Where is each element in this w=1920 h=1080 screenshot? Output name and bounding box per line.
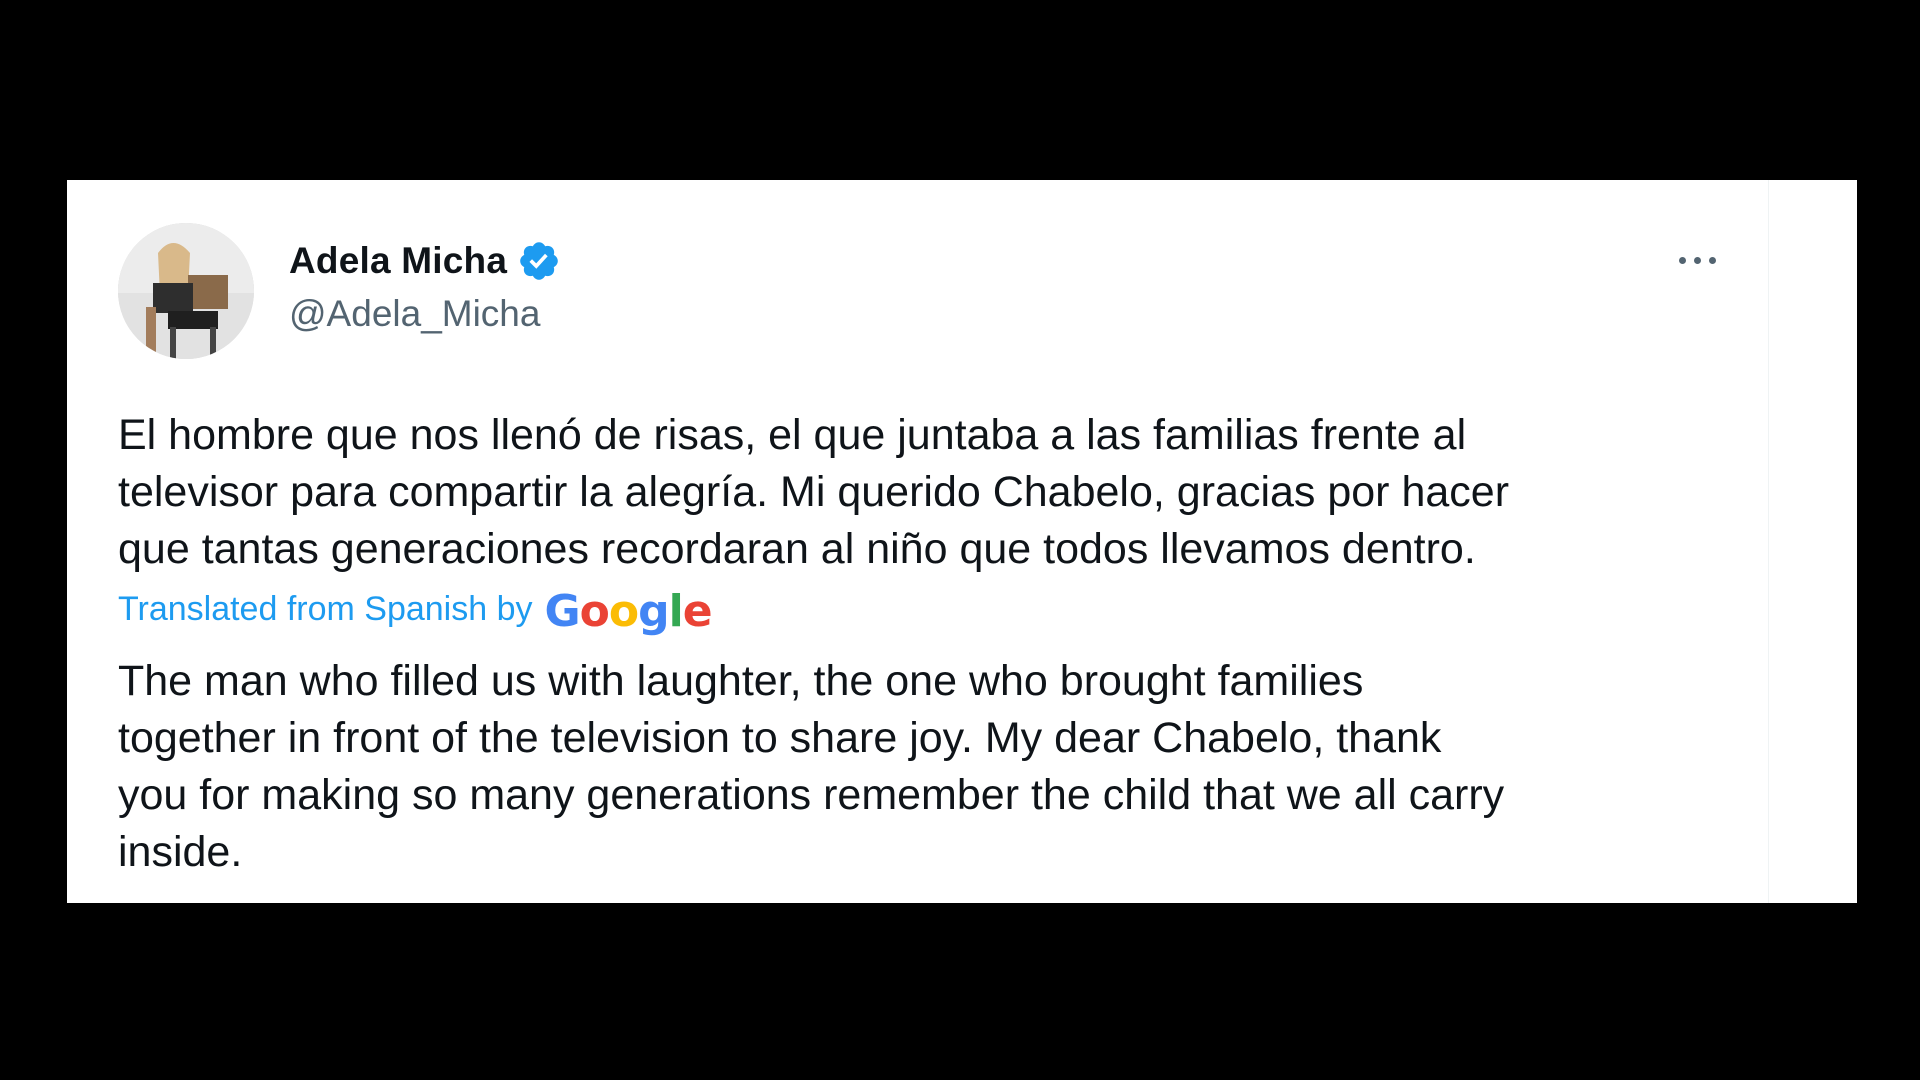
more-dot bbox=[1694, 257, 1701, 264]
google-letter: l bbox=[668, 585, 684, 637]
translation-attribution[interactable]: Translated from Spanish by Google bbox=[118, 584, 713, 637]
author-display-name[interactable]: Adela Micha bbox=[289, 240, 507, 282]
google-logo: Google bbox=[544, 585, 713, 637]
tweet-card: Adela Micha @Adela_Micha El hombre que n… bbox=[67, 180, 1857, 903]
google-letter: e bbox=[682, 585, 713, 637]
author-handle[interactable]: @Adela_Micha bbox=[289, 293, 540, 335]
avatar-image bbox=[118, 223, 254, 359]
tweet-original-text: El hombre que nos llenó de risas, el que… bbox=[118, 411, 1510, 573]
google-letter: g bbox=[638, 585, 669, 637]
google-letter: o bbox=[579, 585, 610, 637]
more-options-icon[interactable] bbox=[1673, 234, 1723, 284]
google-letter: o bbox=[608, 585, 639, 637]
avatar[interactable] bbox=[118, 223, 254, 359]
more-dot bbox=[1709, 257, 1716, 264]
verified-badge-icon[interactable] bbox=[517, 239, 561, 283]
google-letter: G bbox=[544, 585, 581, 637]
tweet-translated-text: The man who filled us with laughter, the… bbox=[118, 657, 1505, 876]
translation-label[interactable]: Translated from Spanish by bbox=[118, 590, 533, 629]
more-dot bbox=[1679, 257, 1686, 264]
author-name-row[interactable]: Adela Micha bbox=[289, 236, 561, 286]
tweet-container: Adela Micha @Adela_Micha El hombre que n… bbox=[67, 180, 1769, 903]
